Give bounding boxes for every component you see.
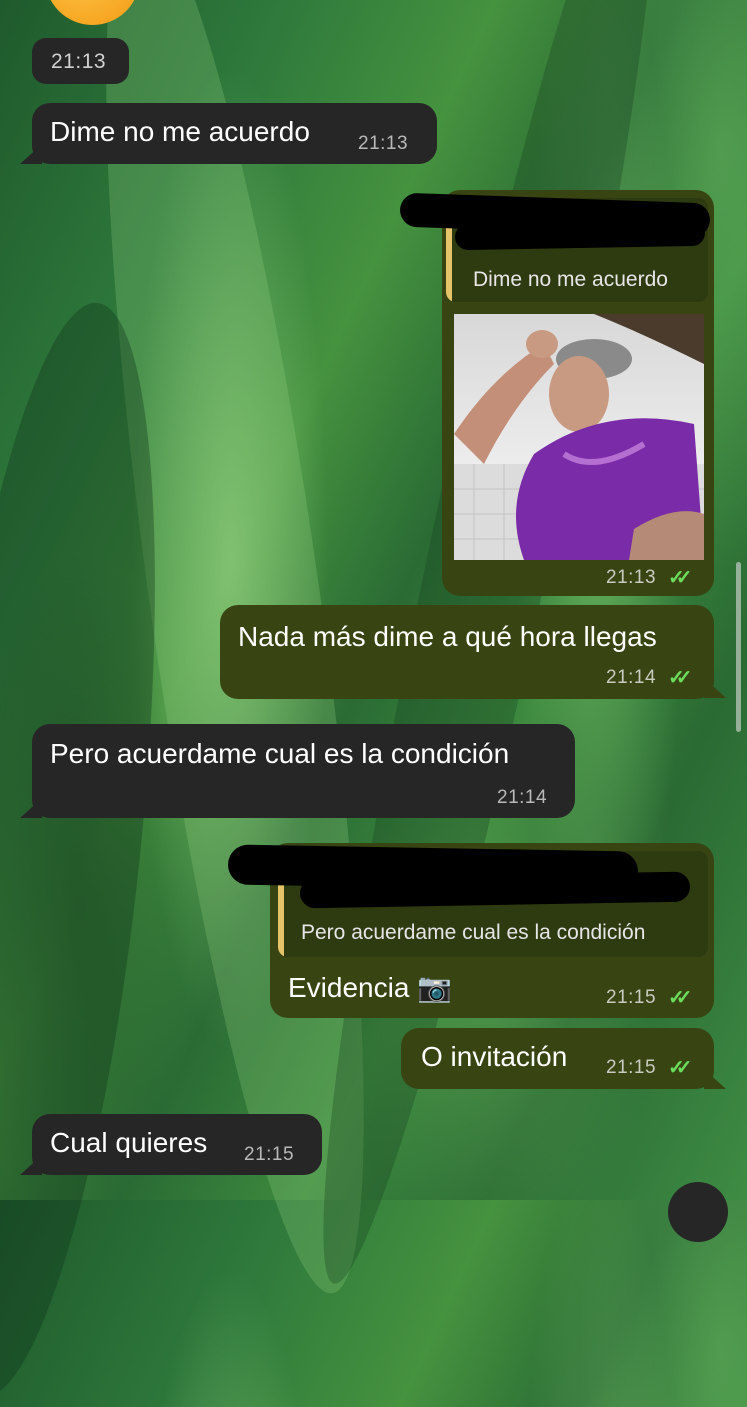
message-bubble-incoming[interactable]: Dime no me acuerdo 21:13 <box>32 103 437 164</box>
message-text: Pero acuerdame cual es la condición <box>50 738 510 769</box>
read-receipt-icon: ✓✓ <box>668 987 692 1009</box>
date-chip: 21:13 <box>32 38 129 84</box>
message-bubble-outgoing[interactable]: Nada más dime a qué hora llegas 21:14 ✓✓ <box>220 605 714 699</box>
message-time: 21:14 <box>497 787 548 808</box>
bubble-tail <box>704 678 726 698</box>
meme-image <box>454 314 704 560</box>
read-receipt-icon: ✓✓ <box>668 1057 692 1079</box>
bubble-tail <box>20 1155 42 1175</box>
message-text: Dime no me acuerdo <box>50 116 310 147</box>
message-time: 21:15 <box>244 1144 295 1165</box>
scroll-down-button[interactable] <box>668 1182 728 1242</box>
message-bubble-incoming[interactable]: Pero acuerdame cual es la condición 21:1… <box>32 724 575 818</box>
message-bubble-incoming[interactable]: Cual quieres 21:15 <box>32 1114 322 1175</box>
scrollbar[interactable] <box>736 562 741 732</box>
date-chip-label: 21:13 <box>51 50 107 73</box>
message-time: 21:14 <box>606 667 657 688</box>
photo[interactable] <box>454 314 704 560</box>
message-bubble-outgoing[interactable]: Dime no me acuerdo 21:13 ✓✓ <box>442 190 714 596</box>
read-receipt-icon: ✓✓ <box>668 567 692 589</box>
message-text: Evidencia 📷 <box>288 972 453 1003</box>
quoted-message-text: Pero acuerdame cual es la condición <box>301 921 646 944</box>
quoted-message-text: Dime no me acuerdo <box>473 268 668 291</box>
message-text: Nada más dime a qué hora llegas <box>238 621 657 652</box>
message-time: 21:13 <box>358 133 409 154</box>
emoji-sticker <box>45 0 140 25</box>
read-receipt-icon: ✓✓ <box>668 667 692 689</box>
message-time: 21:15 <box>606 1057 657 1078</box>
message-text: O invitación <box>421 1041 568 1072</box>
bubble-tail <box>704 1069 726 1089</box>
message-time: 21:15 <box>606 987 657 1008</box>
bubble-tail <box>20 798 42 818</box>
message-text: Cual quieres <box>50 1127 208 1158</box>
bubble-tail <box>20 144 42 164</box>
message-time: 21:13 <box>606 567 657 588</box>
background-leaf <box>0 292 197 1407</box>
redaction-mark <box>454 219 706 251</box>
message-bubble-outgoing[interactable]: O invitación 21:15 ✓✓ <box>401 1028 714 1089</box>
